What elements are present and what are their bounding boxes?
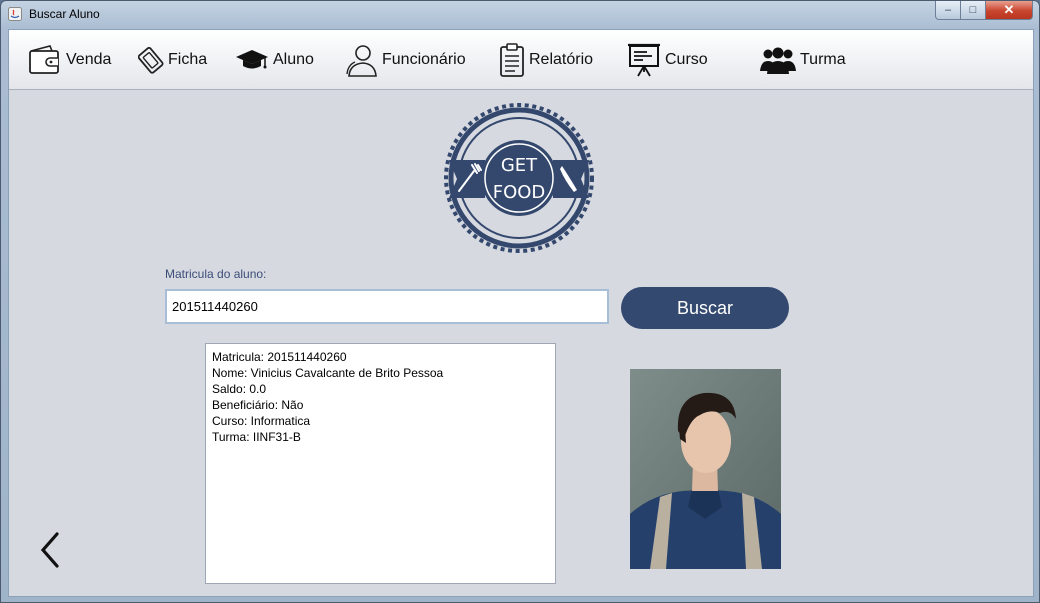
wallet-icon bbox=[29, 45, 59, 74]
graduation-cap-icon bbox=[236, 50, 268, 69]
info-turma: Turma: IINF31-B bbox=[212, 430, 301, 444]
java-app-icon bbox=[8, 7, 22, 21]
get-food-logo: GET FOOD bbox=[444, 103, 594, 253]
maximize-button[interactable]: □ bbox=[961, 1, 986, 20]
ticket-icon bbox=[138, 46, 164, 74]
matricula-label: Matricula do aluno: bbox=[165, 267, 267, 281]
matricula-input[interactable] bbox=[165, 289, 609, 324]
title-bar[interactable]: Buscar Aluno ‒ □ ✕ bbox=[1, 1, 1039, 29]
student-photo bbox=[630, 369, 781, 569]
toolbar-label: Funcionário bbox=[382, 51, 466, 68]
info-saldo: Saldo: 0.0 bbox=[212, 382, 267, 396]
toolbar-item-aluno[interactable]: Aluno bbox=[235, 43, 314, 77]
toolbar-item-ficha[interactable]: Ficha bbox=[138, 43, 207, 77]
close-button[interactable]: ✕ bbox=[986, 1, 1033, 20]
toolbar-item-venda[interactable]: Venda bbox=[28, 43, 111, 77]
toolbar-item-relatorio[interactable]: Relatório bbox=[499, 43, 593, 77]
toolbar-label: Curso bbox=[665, 51, 708, 68]
chevron-left-icon[interactable] bbox=[35, 530, 65, 570]
info-curso: Curso: Informatica bbox=[212, 414, 311, 428]
info-beneficiario: Beneficiário: Não bbox=[212, 398, 304, 412]
top-toolbar: Venda Ficha Aluno Funcionário Relatório … bbox=[9, 30, 1033, 90]
student-info-box: Matricula: 201511440260 Nome: Vinicius C… bbox=[205, 343, 556, 584]
toolbar-label: Ficha bbox=[168, 51, 208, 68]
toolbar-item-funcionario[interactable]: Funcionário bbox=[344, 43, 466, 77]
toolbar-label: Turma bbox=[800, 51, 846, 68]
toolbar-label: Relatório bbox=[529, 51, 594, 68]
clipboard-icon bbox=[500, 43, 524, 77]
app-window: Buscar Aluno ‒ □ ✕ Venda Ficha Aluno Fun… bbox=[0, 0, 1040, 603]
main-panel: Venda Ficha Aluno Funcionário Relatório … bbox=[8, 29, 1034, 597]
toolbar-item-curso[interactable]: Curso bbox=[627, 43, 708, 77]
toolbar-label: Aluno bbox=[273, 51, 314, 68]
toolbar-item-turma[interactable]: Turma bbox=[760, 43, 846, 77]
window-title: Buscar Aluno bbox=[29, 7, 100, 21]
logo-text-get: GET bbox=[501, 155, 538, 176]
presentation-board-icon bbox=[628, 43, 660, 77]
person-icon bbox=[346, 45, 377, 77]
info-matricula: Matricula: 201511440260 bbox=[212, 350, 347, 364]
logo-text-food: FOOD bbox=[493, 182, 546, 203]
people-group-icon bbox=[760, 47, 796, 74]
window-controls: ‒ □ ✕ bbox=[935, 1, 1033, 21]
buscar-button[interactable]: Buscar bbox=[621, 287, 789, 329]
toolbar-label: Venda bbox=[66, 51, 112, 68]
info-nome: Nome: Vinicius Cavalcante de Brito Pesso… bbox=[212, 366, 444, 380]
minimize-button[interactable]: ‒ bbox=[935, 1, 961, 20]
